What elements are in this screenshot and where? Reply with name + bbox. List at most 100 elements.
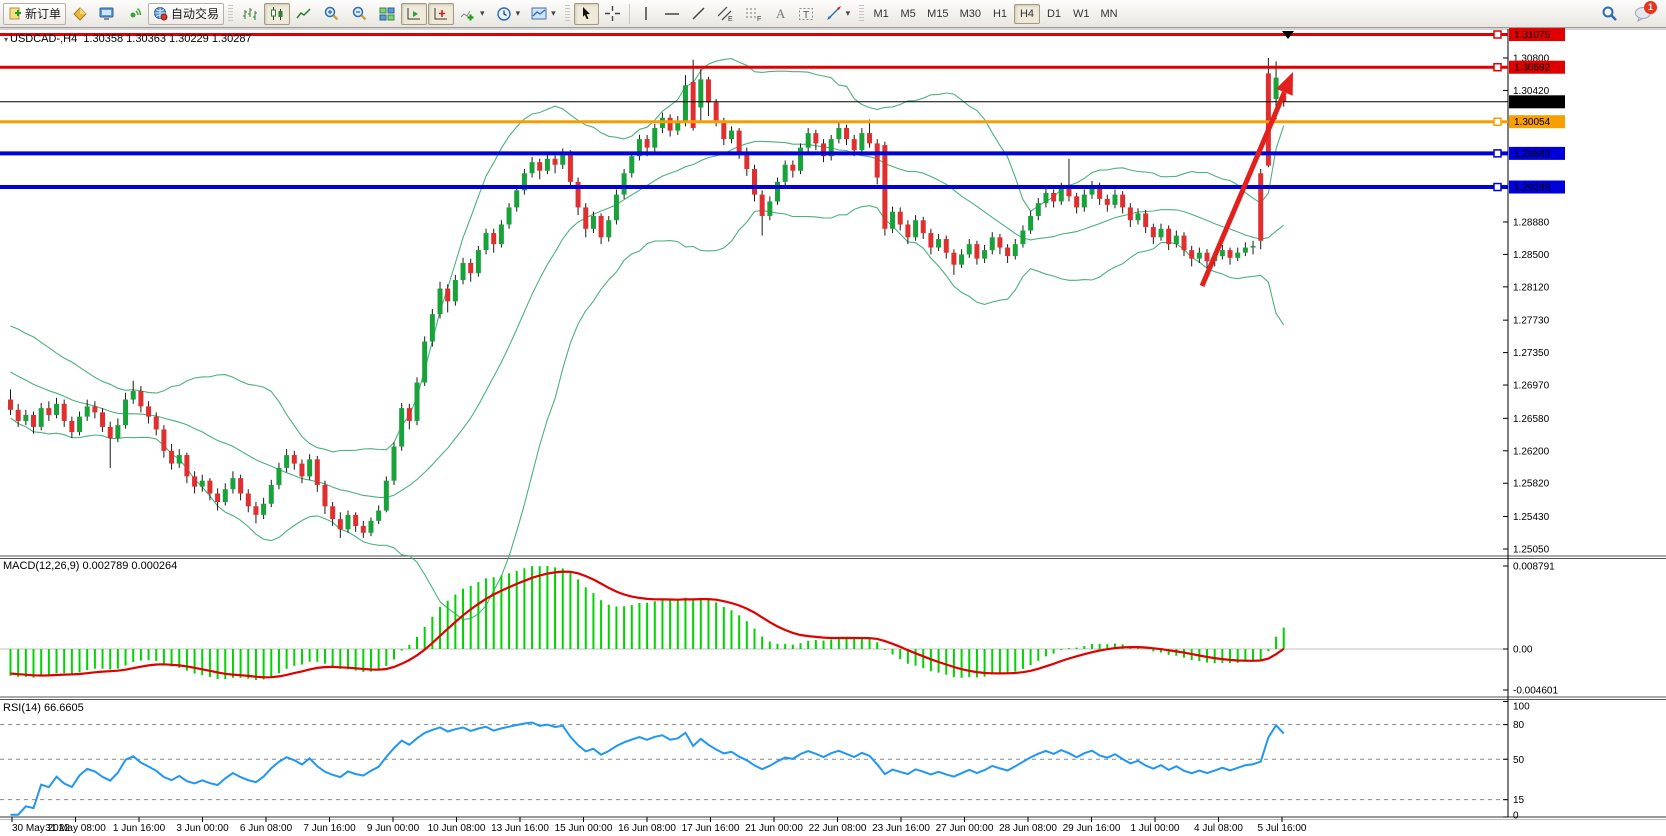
horizontal-line-tool-button[interactable]: [659, 3, 685, 25]
zoom-in-icon: [323, 5, 340, 22]
notifications-button[interactable]: 1: [1629, 3, 1657, 25]
svg-text:10 Jun 08:00: 10 Jun 08:00: [428, 823, 486, 834]
chart-shift-button[interactable]: [428, 3, 454, 25]
svg-text:1.31075: 1.31075: [1514, 30, 1551, 41]
timeframe-m15-button[interactable]: M15: [922, 4, 953, 24]
svg-text:1.28500: 1.28500: [1513, 250, 1550, 261]
timeframe-w1-button[interactable]: W1: [1068, 4, 1095, 24]
svg-text:50: 50: [1513, 755, 1525, 766]
profile-button[interactable]: [67, 3, 93, 25]
vertical-line-tool-button[interactable]: [634, 3, 658, 25]
timeframe-m30-button[interactable]: M30: [955, 4, 986, 24]
zoom-in-button[interactable]: [318, 3, 345, 25]
svg-text:1.26580: 1.26580: [1513, 414, 1550, 425]
svg-text:1 Jul 00:00: 1 Jul 00:00: [1131, 823, 1180, 834]
svg-text:-0.004601: -0.004601: [1513, 686, 1558, 697]
zoom-out-button[interactable]: [346, 3, 373, 25]
svg-text:17 Jun 16:00: 17 Jun 16:00: [682, 823, 740, 834]
auto-scroll-button[interactable]: [401, 3, 427, 25]
svg-text:T: T: [803, 10, 809, 21]
svg-text:1.27730: 1.27730: [1513, 316, 1550, 327]
svg-text:1.29289: 1.29289: [1514, 183, 1551, 194]
auto-scroll-icon: [406, 6, 422, 22]
svg-text:1.30054: 1.30054: [1514, 117, 1551, 128]
search-button[interactable]: [1596, 3, 1623, 25]
svg-text:21 Jun 00:00: 21 Jun 00:00: [745, 823, 803, 834]
templates-button[interactable]: ▾: [526, 3, 561, 25]
levels-layer: 1.310751.306921.302871.300541.296831.292…: [0, 28, 1565, 194]
market-watch-icon: [99, 6, 115, 22]
macd-title-text: MACD(12,26,9) 0.002789 0.000264: [3, 560, 177, 572]
timeframe-mn-button[interactable]: MN: [1095, 4, 1122, 24]
mt4-window: 新订单 自动交易: [0, 0, 1666, 836]
svg-text:1 Jun 16:00: 1 Jun 16:00: [113, 823, 166, 834]
timeframe-m5-button[interactable]: M5: [895, 4, 921, 24]
timeframe-h4-button[interactable]: H4: [1014, 4, 1040, 24]
cursor-arrow-icon: [579, 6, 594, 21]
svg-text:0.008791: 0.008791: [1513, 562, 1555, 573]
notification-badge: 1: [1644, 1, 1657, 14]
signals-button[interactable]: [121, 3, 147, 25]
svg-text:1.25820: 1.25820: [1513, 479, 1550, 490]
svg-text:80: 80: [1513, 720, 1525, 731]
rsi-pane-title: RSI(14) 66.6605: [3, 702, 84, 714]
arrows-tool-button[interactable]: ▾: [821, 3, 856, 25]
auto-trading-globe-icon: [153, 6, 168, 21]
chart-shift-icon: [433, 6, 449, 22]
text-label-tool-button[interactable]: T: [793, 3, 820, 25]
bar-chart-mode-button[interactable]: [237, 3, 263, 25]
svg-text:1.25050: 1.25050: [1513, 544, 1550, 555]
text-tool-button[interactable]: A: [768, 3, 792, 25]
text-icon: A: [773, 6, 787, 21]
chart-title: ▾USDCAD-,H4 1.30358 1.30363 1.30229 1.30…: [4, 33, 252, 45]
timeframe-d1-button[interactable]: D1: [1041, 4, 1067, 24]
trendline-tool-button[interactable]: [686, 3, 711, 25]
candlestick-mode-button[interactable]: [264, 3, 290, 25]
fibonacci-tool-button[interactable]: F: [740, 3, 767, 25]
toolbar-separator: [629, 4, 630, 24]
cursor-tool-button[interactable]: [574, 3, 599, 25]
svg-text:15: 15: [1513, 795, 1525, 806]
channel-tool-button[interactable]: E: [712, 3, 739, 25]
chart-canvas[interactable]: 1.308001.304201.288801.285001.281201.277…: [0, 0, 1666, 836]
periods-button[interactable]: ▾: [491, 3, 526, 25]
svg-text:0.00: 0.00: [1513, 645, 1533, 656]
line-chart-mode-button[interactable]: [291, 3, 317, 25]
text-label-icon: T: [798, 6, 815, 22]
svg-text:100: 100: [1513, 702, 1530, 713]
toolbar-drag-handle[interactable]: [228, 5, 233, 23]
svg-text:29 Jun 16:00: 29 Jun 16:00: [1063, 823, 1121, 834]
svg-text:1.26200: 1.26200: [1513, 446, 1550, 457]
svg-text:1.28120: 1.28120: [1513, 282, 1550, 293]
svg-text:16 Jun 08:00: 16 Jun 08:00: [618, 823, 676, 834]
tile-windows-button[interactable]: [374, 3, 400, 25]
templates-caret-icon: ▾: [551, 8, 556, 19]
svg-text:28 Jun 08:00: 28 Jun 08:00: [999, 823, 1057, 834]
svg-text:27 Jun 00:00: 27 Jun 00:00: [936, 823, 994, 834]
new-order-button[interactable]: 新订单: [3, 3, 66, 25]
svg-text:9 Jun 00:00: 9 Jun 00:00: [367, 823, 420, 834]
auto-trading-button[interactable]: 自动交易: [148, 3, 224, 25]
timeframe-m1-button[interactable]: M1: [868, 4, 894, 24]
indicators-button[interactable]: ▾: [455, 3, 490, 25]
search-icon: [1601, 5, 1618, 22]
svg-text:15 Jun 00:00: 15 Jun 00:00: [555, 823, 613, 834]
market-watch-button[interactable]: [94, 3, 120, 25]
svg-text:4 Jul 08:00: 4 Jul 08:00: [1194, 823, 1243, 834]
zoom-out-icon: [351, 5, 368, 22]
arrows-shapes-icon: [826, 6, 842, 21]
trendline-icon: [691, 6, 706, 21]
crosshair-tool-button[interactable]: [600, 3, 625, 25]
indicators-caret-icon: ▾: [480, 8, 485, 19]
ohlc-bars-icon: [242, 6, 258, 22]
equidistant-channel-icon: E: [717, 6, 734, 22]
collapse-triangle-icon[interactable]: ▾: [4, 35, 8, 44]
toolbar-drag-handle[interactable]: [859, 5, 864, 23]
candlestick-icon: [269, 6, 285, 22]
svg-text:0: 0: [1513, 811, 1519, 822]
svg-text:5 Jul 16:00: 5 Jul 16:00: [1258, 823, 1307, 834]
toolbar: 新订单 自动交易: [0, 0, 1666, 28]
toolbar-drag-handle[interactable]: [565, 5, 570, 23]
horizontal-line-icon: [664, 7, 680, 21]
timeframe-h1-button[interactable]: H1: [987, 4, 1013, 24]
